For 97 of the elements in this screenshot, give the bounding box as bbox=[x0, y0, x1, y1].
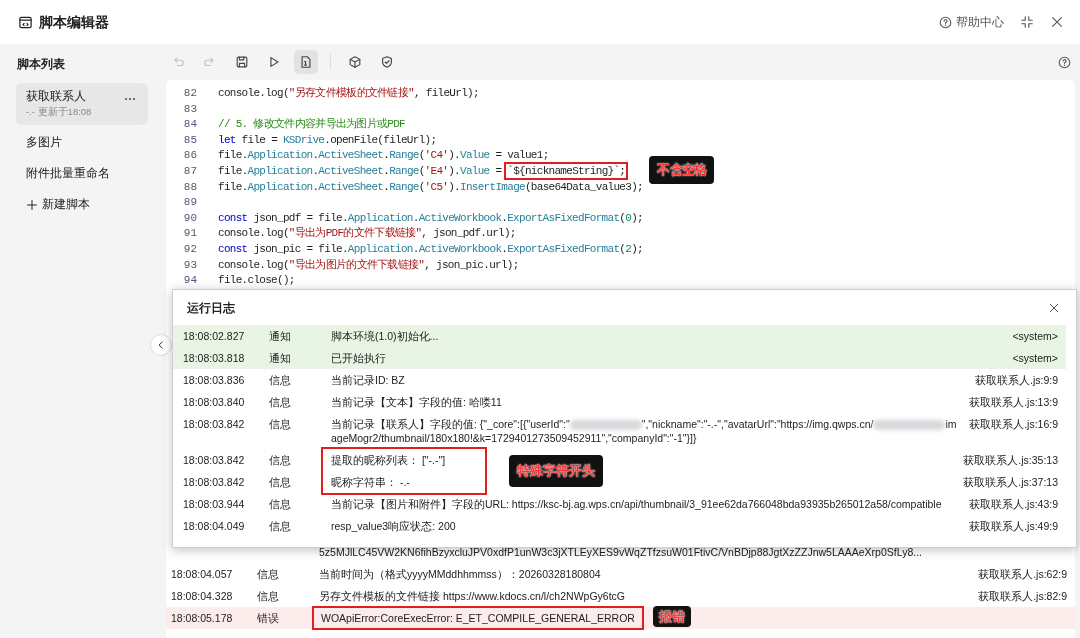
line-number: 83 bbox=[182, 101, 197, 117]
log-level: 信息 bbox=[269, 519, 292, 533]
close-button[interactable] bbox=[1050, 15, 1064, 29]
log-time: 18:08:05.178 bbox=[171, 611, 234, 625]
log-source: <system> bbox=[1011, 351, 1058, 365]
code-line: const json_pdf = file.Application.ActiveWorkbook.ExportAsFixedFormat(0); bbox=[218, 211, 643, 224]
log-level: 信息 bbox=[257, 567, 280, 581]
code-line: file.Application.ActiveSheet.Range('C4').Value = value1; bbox=[218, 149, 549, 162]
log-level: 信息 bbox=[269, 453, 292, 467]
log-time: 18:08:03.818 bbox=[183, 351, 246, 365]
log-source: 获取联系人.js:49:9 bbox=[968, 519, 1058, 533]
line-number: 89 bbox=[182, 195, 197, 211]
dialog-title: 运行日志 bbox=[187, 300, 235, 317]
log-source: 获取联系人.js:13:9 bbox=[968, 395, 1058, 409]
log-level: 信息 bbox=[257, 589, 280, 603]
log-source: 获取联系人.js:62:9 bbox=[977, 567, 1067, 581]
log-message: 脚本环境(1.0)初始化... bbox=[331, 330, 439, 342]
log-time: 18:08:03.944 bbox=[183, 497, 246, 511]
callout-label: 不含空格 bbox=[649, 155, 715, 184]
code-line: let file = KSDrive.openFile(fileUrl); bbox=[218, 133, 437, 146]
help-button[interactable] bbox=[1058, 55, 1071, 69]
close-icon bbox=[1050, 15, 1064, 29]
log-message: 当前记录【图片和附件】字段的URL: https://ksc-bj.ag.wps.cn/api/thumbnail/3_91ee62da766048bda93935b265012a58/compatible bbox=[331, 498, 942, 510]
log-time: 18:08:03.836 bbox=[183, 373, 246, 387]
window-title: 脚本编辑器 bbox=[39, 12, 109, 32]
new-script-button[interactable]: 新建脚本 bbox=[16, 191, 148, 218]
log-source: 获取联系人.js:37:13 bbox=[962, 475, 1058, 489]
line-number: 86 bbox=[182, 148, 197, 164]
code-line: console.log("另存文件模板的文件链接", fileUrl); bbox=[218, 87, 479, 99]
script-item[interactable]: 多图片 bbox=[16, 129, 148, 156]
collapse-icon bbox=[1020, 15, 1034, 29]
log-source: 获取联系人.js:35:13 bbox=[962, 453, 1058, 467]
log-time: 18:08:04.049 bbox=[183, 519, 246, 533]
log-level: 通知 bbox=[269, 351, 292, 365]
log-source: 获取联系人.js:16:9 bbox=[968, 417, 1058, 431]
line-number: 87 bbox=[182, 163, 197, 179]
line-number: 85 bbox=[182, 132, 197, 148]
editor-icon bbox=[18, 14, 33, 30]
log-message: 昵称字符串： -.- bbox=[331, 476, 410, 488]
line-number: 94 bbox=[182, 273, 197, 289]
line-number: 92 bbox=[182, 241, 197, 257]
help-link[interactable]: 帮助中心 bbox=[939, 13, 1004, 31]
code-line: console.log("导出为PDF的文件下载链接", json_pdf.url); bbox=[218, 227, 516, 240]
line-number: 90 bbox=[182, 210, 197, 226]
line-number: 84 bbox=[182, 117, 197, 133]
help-icon bbox=[939, 15, 952, 29]
close-icon bbox=[1048, 302, 1060, 314]
line-number: 88 bbox=[182, 179, 197, 195]
log-time: 18:08:03.842 bbox=[183, 453, 246, 467]
log-time: 18:08:02.827 bbox=[183, 329, 246, 343]
help-icon bbox=[1058, 55, 1071, 69]
code-line: file.close(); bbox=[218, 274, 295, 287]
log-level: 信息 bbox=[269, 395, 292, 409]
code-line: const json_pic = file.Application.ActiveWorkbook.ExportAsFixedFormat(2); bbox=[218, 242, 643, 255]
line-number: 82 bbox=[182, 86, 197, 101]
callout-label: 报错 bbox=[652, 606, 691, 627]
log-message: 当前记录ID: BZ bbox=[331, 374, 405, 386]
plus-icon bbox=[26, 198, 38, 211]
log-source: 获取联系人.js:9:9 bbox=[974, 373, 1058, 387]
log-message: 当前记录【联系人】字段的值: {"_core":[{"userId":" ","nickname":"-.-","avatarUrl":"https://img.qwps.cn/ imageMogr2/thumbnail/180x180!&k=1729401273509452911","companyId":"-1"}]} bbox=[331, 418, 957, 444]
script-item[interactable]: 获取联系人 -.- 更新于18:08 bbox=[16, 83, 148, 125]
log-time: 18:08:04.328 bbox=[171, 589, 234, 603]
document-button[interactable] bbox=[294, 50, 318, 74]
log-message: resp_value3响应状态: 200 bbox=[331, 520, 456, 532]
log-time: 18:08:03.842 bbox=[183, 475, 246, 489]
sidebar-title: 脚本列表 bbox=[17, 56, 66, 73]
log-level: 信息 bbox=[269, 417, 292, 431]
code-line: console.log("导出为图片的文件下载链接", json_pic.url); bbox=[218, 258, 519, 271]
code-line: file.Application.ActiveSheet.Range('E4').Value = `${nicknameString}`; bbox=[218, 164, 626, 177]
log-level: 通知 bbox=[269, 329, 292, 343]
log-level: 信息 bbox=[269, 373, 292, 387]
log-message: 5z5MJlLC45VW2KN6fihBzyxcluJPV0xdfP1unW3c3jXTLEyXES9vWqZTfzsuW01FtivC/VnBDjp88JgtXzZZJnw5LAAAeXrp0SfLy8... bbox=[319, 545, 923, 559]
log-time: 18:08:03.842 bbox=[183, 417, 246, 431]
log-message: 提取的昵称列表： ["-.-"] bbox=[331, 454, 446, 466]
log-source: 获取联系人.js:82:9 bbox=[977, 589, 1067, 603]
chevron-left-icon bbox=[156, 340, 166, 350]
script-item[interactable]: 附件批量重命名 bbox=[16, 160, 148, 187]
log-level: 信息 bbox=[269, 497, 292, 511]
more-icon[interactable] bbox=[124, 96, 136, 101]
log-message: 已开始执行 bbox=[331, 352, 386, 364]
callout-label: 特殊字符开头 bbox=[509, 455, 603, 487]
line-number: 91 bbox=[182, 226, 197, 242]
log-level: 信息 bbox=[269, 475, 292, 489]
log-level: 错误 bbox=[257, 611, 280, 625]
log-source: <system> bbox=[1011, 329, 1058, 343]
log-source: 获取联系人.js:43:9 bbox=[968, 497, 1058, 511]
line-number: 93 bbox=[182, 257, 197, 273]
log-message: 当前时间为（格式yyyyMMddhhmmss）：20260328180804 bbox=[319, 568, 601, 580]
log-message: 当前记录【文本】字段的值: 哈喽11 bbox=[331, 396, 502, 408]
log-time: 18:08:03.840 bbox=[183, 395, 246, 409]
log-time: 18:08:04.057 bbox=[171, 567, 234, 581]
collapse-button[interactable] bbox=[1020, 15, 1034, 29]
log-message: 另存文件模板的文件链接 https://www.kdocs.cn/l/ch2NWpGy6tcG bbox=[319, 590, 625, 602]
code-line: // 5. 修改文件内容并导出为图片或PDF bbox=[218, 118, 405, 131]
code-line: file.Application.ActiveSheet.Range('C5').InsertImage(base64Data_value3); bbox=[218, 180, 643, 193]
log-message: WOApiError:CoreExecError: E_ET_COMPILE_GENERAL_ERROR bbox=[315, 609, 641, 627]
close-button[interactable] bbox=[1048, 302, 1060, 314]
